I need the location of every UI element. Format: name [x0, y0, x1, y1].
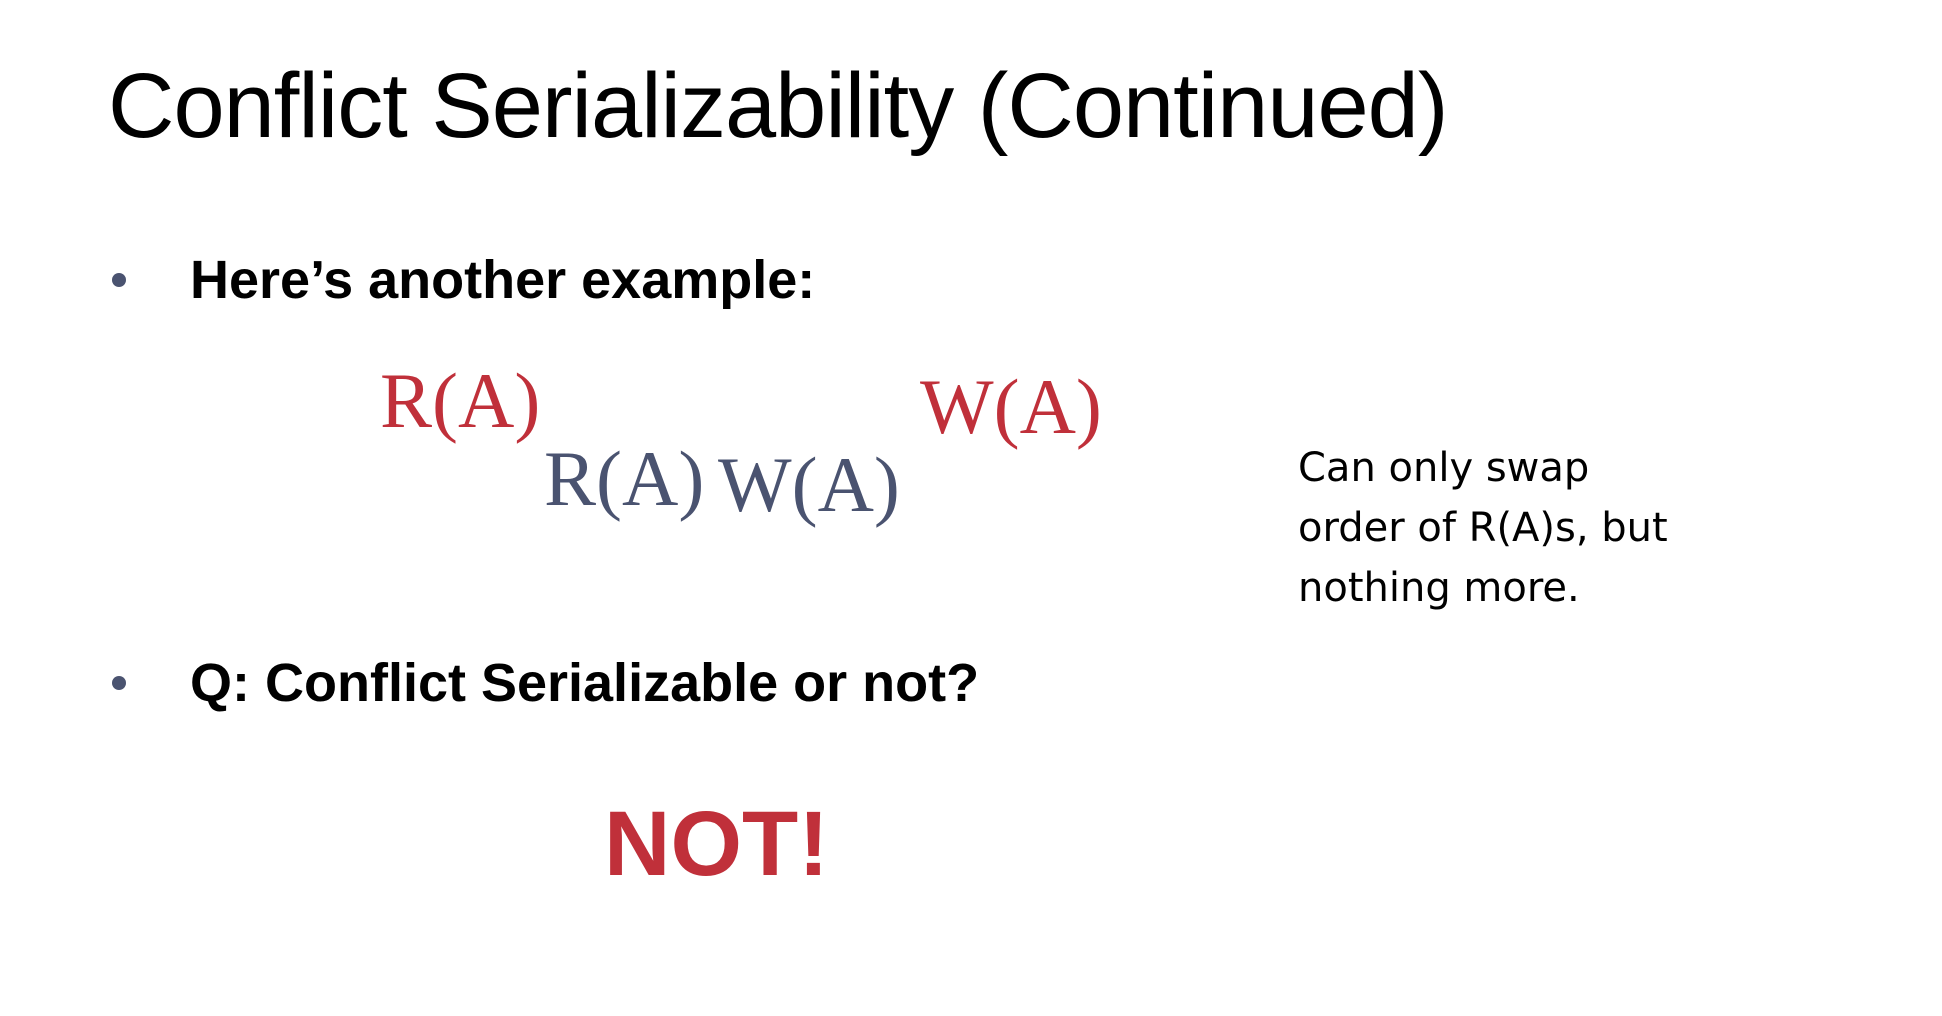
bullet-icon [112, 273, 126, 287]
bullet-text: Here’s another example: [190, 250, 816, 310]
bullet-item-example: Here’s another example: [108, 253, 815, 307]
side-note-line: order of R(A)s, but [1298, 505, 1668, 551]
bullet-icon [112, 676, 126, 690]
side-note-line: nothing more. [1298, 565, 1580, 611]
t2-write-op: W(A) [718, 441, 900, 528]
slide-title: Conflict Serializability (Continued) [108, 55, 1448, 157]
t1-read-op: R(A) [380, 357, 541, 444]
bullet-text: Q: Conflict Serializable or not? [190, 653, 980, 713]
t2-read-op: R(A) [544, 435, 705, 522]
answer-text: NOT! [604, 793, 829, 895]
side-note-line: Can only swap [1298, 445, 1590, 491]
t1-write-op: W(A) [920, 363, 1102, 450]
bullet-item-question: Q: Conflict Serializable or not? [108, 656, 979, 710]
